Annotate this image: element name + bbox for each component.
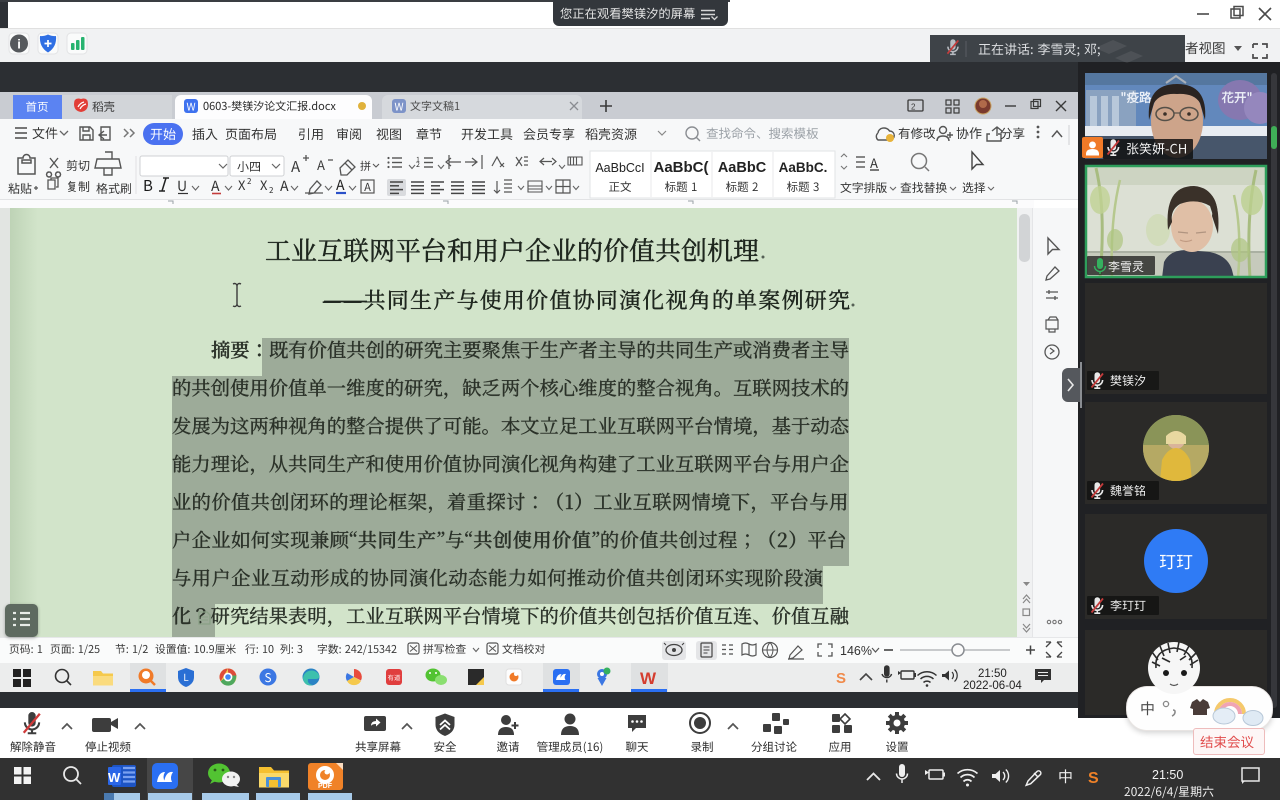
- svg-text:i: i: [17, 37, 21, 52]
- svg-text:S: S: [836, 670, 846, 687]
- svg-text:W: W: [108, 770, 121, 785]
- svg-text:PDF: PDF: [318, 783, 333, 790]
- svg-text:W: W: [640, 669, 657, 688]
- svg-text:AaBbC(: AaBbC(: [654, 159, 709, 176]
- svg-text:AaBbC: AaBbC: [718, 160, 767, 176]
- svg-text:2022-06-04: 2022-06-04: [963, 680, 1022, 692]
- svg-text:21:50: 21:50: [1152, 768, 1183, 782]
- svg-text:AaBbCcI: AaBbCcI: [595, 161, 644, 175]
- svg-text:AaBbC.: AaBbC.: [779, 160, 828, 175]
- svg-text:2: 2: [911, 103, 916, 112]
- svg-text:146%: 146%: [840, 644, 872, 658]
- svg-text:S: S: [1088, 770, 1099, 787]
- svg-text:21:50: 21:50: [978, 668, 1007, 680]
